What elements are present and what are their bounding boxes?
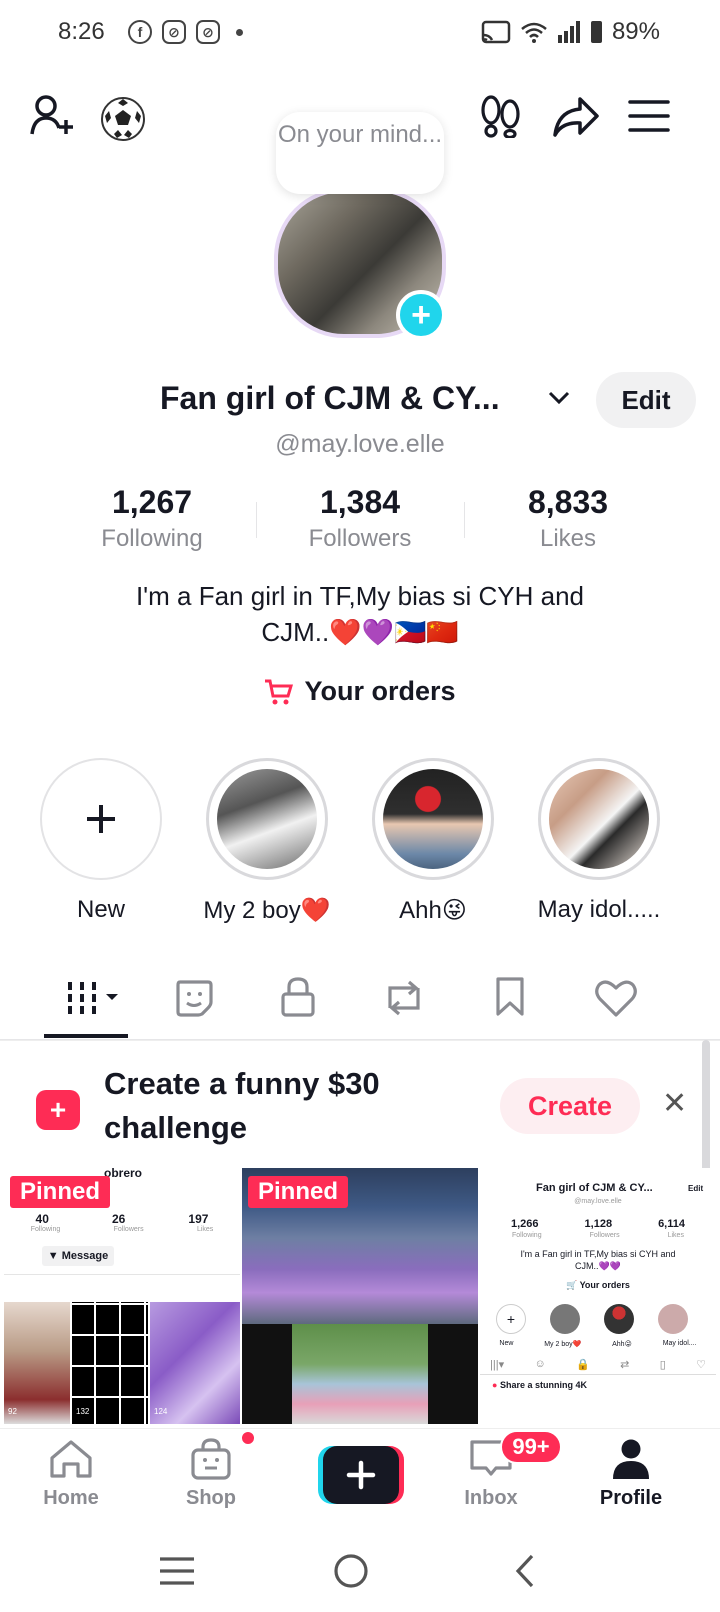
username-handle: @may.love.elle [275, 430, 445, 458]
highlight-label: May idol..... [537, 896, 661, 923]
create-button[interactable]: Create [500, 1078, 640, 1134]
highlight-label: My 2 boy❤️ [203, 897, 331, 924]
video-thumbnail[interactable]: obrero 40 26 197 Following Followers Lik… [4, 1168, 240, 1424]
grid-videos-icon[interactable] [66, 978, 128, 1018]
divider [256, 502, 257, 538]
more-notifications-dot [236, 28, 243, 36]
display-name[interactable]: Fan girl of CJM & CY... [160, 380, 500, 417]
home-button-icon[interactable] [332, 1552, 370, 1590]
notification-icons: f ⊘ ⊘ [128, 20, 243, 44]
menu-icon[interactable] [628, 98, 670, 134]
mini-video: 92 [4, 1302, 70, 1424]
add-story-button[interactable]: + [396, 290, 446, 340]
signal-icon [557, 21, 580, 43]
mini-stats: 40 26 197 [35, 1212, 209, 1226]
highlight-my-2-boy[interactable] [206, 758, 328, 880]
lock-icon[interactable] [280, 976, 316, 1018]
pinned-badge: Pinned [248, 1176, 349, 1208]
soccer-ball-icon[interactable] [100, 96, 146, 142]
footprints-icon[interactable] [480, 94, 522, 138]
share-icon[interactable] [552, 96, 600, 138]
divider [464, 502, 465, 538]
thought-bubble[interactable]: On your mind... [276, 112, 444, 194]
app-notification-icon-2: ⊘ [196, 20, 220, 44]
highlight-ahh[interactable] [372, 758, 494, 880]
repost-icon[interactable] [382, 978, 426, 1018]
battery-icon [590, 21, 602, 43]
video-thumbnail[interactable]: Pinned [242, 1168, 478, 1424]
mini-video: 132 [72, 1302, 148, 1424]
home-icon [50, 1440, 92, 1478]
banner-text: Create a funny $30 challenge [104, 1066, 380, 1145]
outdoor-photo [292, 1324, 428, 1424]
recent-apps-icon[interactable] [158, 1556, 196, 1586]
stat-likes[interactable]: 8,833 Likes [468, 484, 668, 553]
highlight-label: New [76, 896, 125, 923]
mini-video: 124 [150, 1302, 240, 1424]
profile-icon [613, 1439, 649, 1479]
mini-message-button: ▼ Message [42, 1246, 114, 1266]
cast-icon [481, 20, 511, 44]
highlight-thumbnail [217, 769, 317, 869]
status-right: 89% [481, 18, 660, 46]
highlight-new[interactable] [40, 758, 162, 880]
your-orders-link[interactable]: Your orders [0, 676, 720, 707]
shop-notification-dot [240, 1430, 256, 1446]
create-challenge-icon: + [36, 1090, 80, 1130]
nav-profile[interactable]: Profile [576, 1438, 686, 1510]
nav-shop[interactable]: Shop [156, 1438, 266, 1510]
video-thumbnail[interactable]: Fan girl of CJM & CY... Edit @may.love.e… [480, 1168, 716, 1424]
highlight-thumbnail [383, 769, 483, 869]
facebook-icon: f [128, 20, 152, 44]
active-tab-indicator [44, 1034, 128, 1038]
nav-home[interactable]: Home [16, 1438, 126, 1510]
inbox-badge: 99+ [500, 1430, 562, 1464]
highlight-label: Ahh😜 [399, 897, 467, 924]
bookmark-icon[interactable] [494, 976, 526, 1018]
add-friend-icon[interactable] [30, 94, 78, 138]
highlight-thumbnail [549, 769, 649, 869]
stat-followers[interactable]: 1,384 Followers [260, 484, 460, 553]
plus-icon [87, 805, 115, 833]
app-notification-icon: ⊘ [162, 20, 186, 44]
edit-profile-button[interactable]: Edit [596, 372, 696, 428]
wifi-icon [521, 22, 547, 43]
highlight-may-idol[interactable] [538, 758, 660, 880]
status-time: 8:26 [58, 18, 105, 45]
close-icon[interactable]: ✕ [662, 1086, 687, 1121]
bio: I'm a Fan girl in TF,My bias si CYH and … [135, 581, 585, 647]
chevron-down-icon[interactable] [546, 384, 572, 410]
battery-percent: 89% [611, 18, 660, 45]
pinned-badge: Pinned [10, 1176, 111, 1208]
cart-icon [265, 679, 294, 704]
create-post-button[interactable] [318, 1446, 404, 1504]
sticker-icon[interactable] [174, 978, 214, 1018]
back-icon[interactable] [512, 1552, 538, 1590]
stat-following[interactable]: 1,267 Following [52, 484, 252, 553]
heart-icon[interactable] [594, 978, 638, 1018]
shop-bag-icon [191, 1438, 231, 1480]
